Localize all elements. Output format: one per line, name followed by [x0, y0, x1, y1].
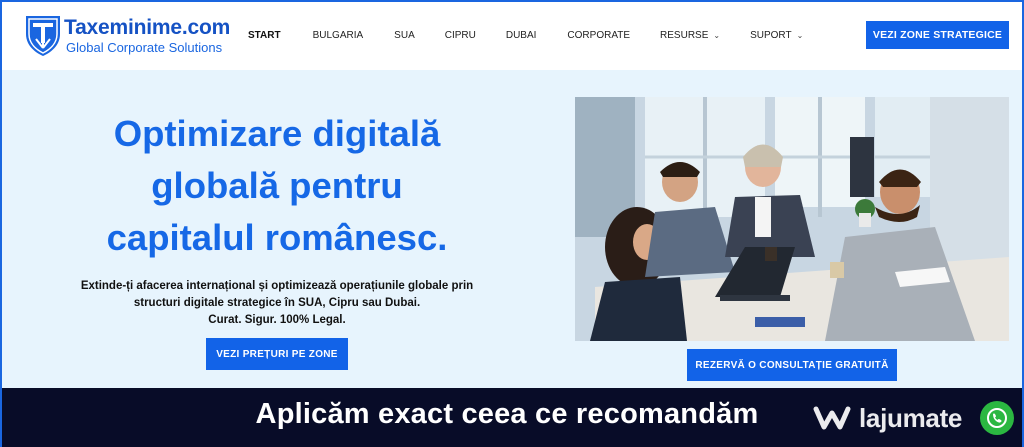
hero-description: Extinde-ți afacerea internațional și opt… — [62, 278, 492, 329]
nav-item-suport[interactable]: SUPORT ⌄ — [750, 30, 803, 41]
nav-item-start[interactable]: START — [248, 30, 281, 41]
view-prices-button[interactable]: VEZI PREȚURI PE ZONE — [206, 338, 348, 370]
nav-label: START — [248, 29, 281, 41]
nav-label: SUA — [394, 29, 415, 41]
shield-logo-icon — [26, 16, 60, 56]
meeting-photo — [575, 97, 1009, 341]
hero-title-line: capitalul românesc. — [106, 217, 448, 258]
nav-label: SUPORT — [750, 29, 792, 41]
page-frame: Taxeminime.com Global Corporate Solution… — [0, 0, 1024, 447]
site-header: Taxeminime.com Global Corporate Solution… — [2, 2, 1022, 70]
lajumate-logo-icon — [813, 406, 851, 430]
whatsapp-icon[interactable] — [980, 401, 1014, 435]
brand-text: Taxeminime.com Global Corporate Solution… — [64, 17, 230, 54]
nav-label: RESURSE — [660, 29, 709, 41]
nav-item-bulgaria[interactable]: BULGARIA — [313, 30, 364, 41]
chevron-down-icon: ⌄ — [713, 30, 721, 40]
nav-item-resurse[interactable]: RESURSE ⌄ — [660, 30, 720, 41]
nav-label: CIPRU — [444, 29, 476, 41]
brand-logo[interactable]: Taxeminime.com Global Corporate Solution… — [22, 12, 230, 58]
watermark-text: lajumate — [859, 402, 963, 433]
hero-desc-line: structuri digitale strategice în SUA, Ci… — [133, 297, 421, 309]
nav-label: BULGARIA — [312, 29, 364, 41]
phone-icon — [987, 408, 1007, 428]
lajumate-watermark: lajumate — [813, 400, 962, 436]
nav-label: DUBAI — [505, 29, 537, 41]
meeting-photo-illustration — [575, 97, 1009, 341]
nav-label: CORPORATE — [567, 29, 631, 41]
hero-title: Optimizare digitală globală pentru capit… — [42, 108, 512, 264]
book-consultation-button[interactable]: REZERVĂ O CONSULTAȚIE GRATUITĂ — [687, 349, 897, 381]
nav-item-corporate[interactable]: CORPORATE — [567, 30, 630, 41]
chevron-down-icon: ⌄ — [796, 30, 804, 40]
brand-tagline: Global Corporate Solutions — [66, 39, 223, 55]
nav-item-dubai[interactable]: DUBAI — [506, 30, 537, 41]
hero-title-line: Optimizare digitală — [113, 113, 441, 154]
hero-section: Optimizare digitală globală pentru capit… — [2, 70, 1022, 388]
main-nav: START BULGARIA SUA CIPRU DUBAI CORPORATE… — [248, 27, 803, 43]
brand-name: Taxeminime.com — [64, 15, 231, 39]
strategic-zones-button[interactable]: VEZI ZONE STRATEGICE — [866, 21, 1009, 49]
hero-title-line: globală pentru — [151, 165, 403, 206]
hero-desc-line: Extinde-ți afacerea internațional și opt… — [80, 280, 474, 292]
nav-item-cipru[interactable]: CIPRU — [445, 30, 476, 41]
nav-item-sua[interactable]: SUA — [394, 30, 415, 41]
hero-desc-line: Curat. Sigur. 100% Legal. — [208, 314, 346, 326]
